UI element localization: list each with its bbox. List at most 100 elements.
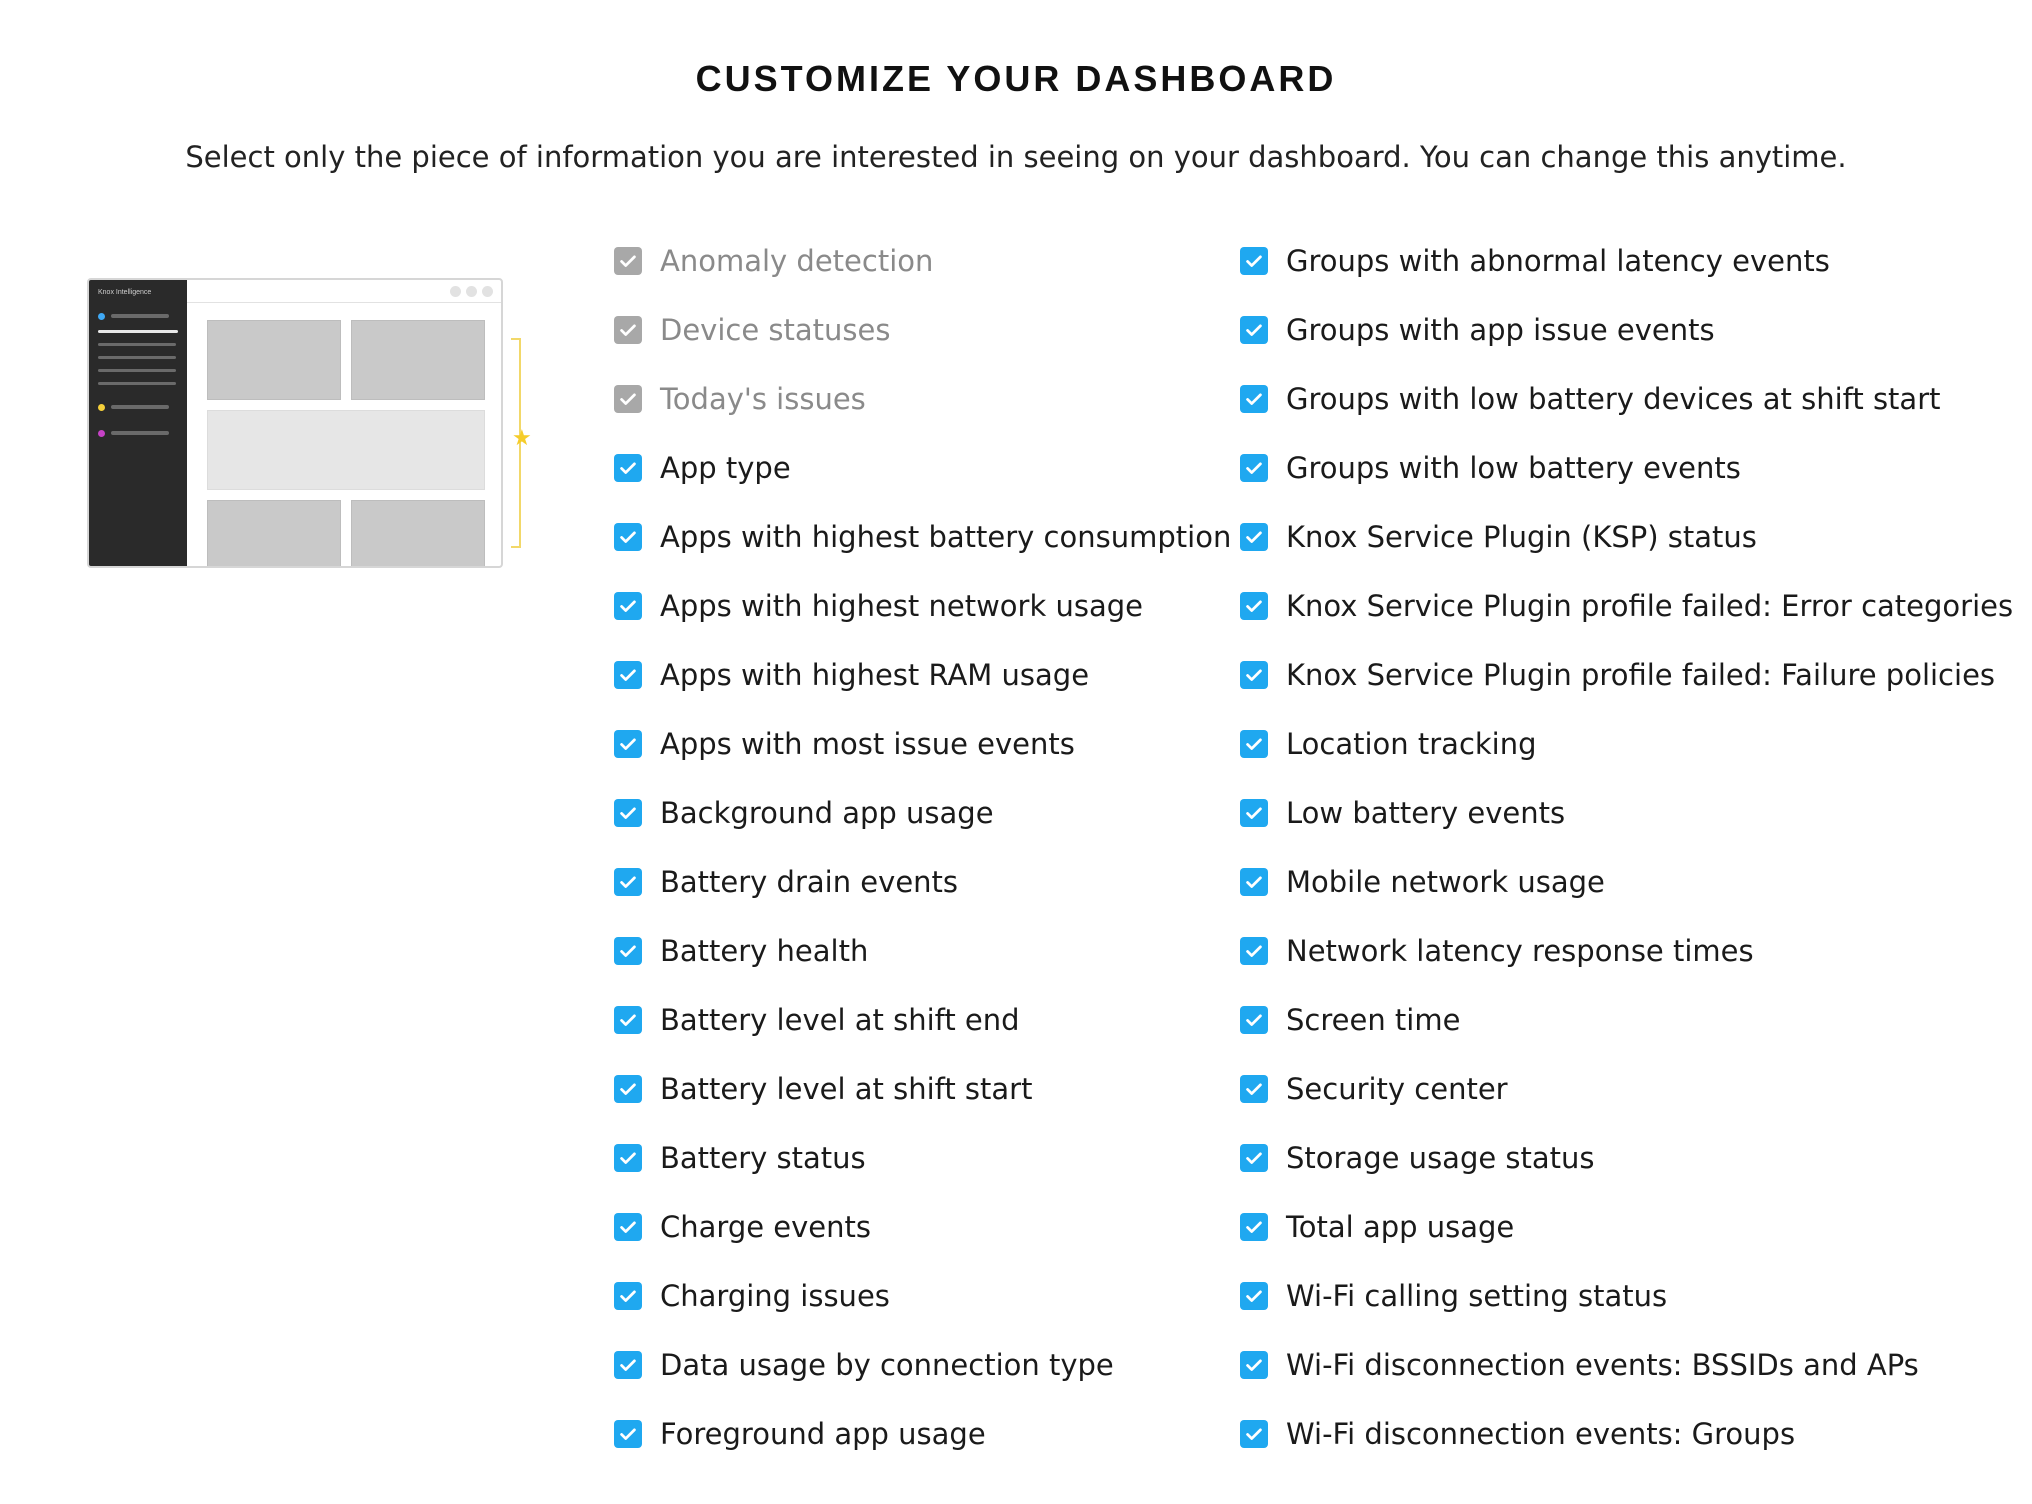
checkbox-label: Groups with low battery events <box>1286 450 1741 485</box>
checkbox-checked-icon[interactable] <box>1240 1212 1268 1241</box>
checkbox-checked-icon[interactable] <box>614 867 642 896</box>
checkbox-checked-icon[interactable] <box>1240 246 1268 275</box>
checkbox-checked-icon[interactable] <box>614 660 642 689</box>
checkbox-label: Screen time <box>1286 1002 1461 1037</box>
checkbox-label: Foreground app usage <box>660 1416 986 1451</box>
checkbox-item-knox-service-plugin-profile-failed-failure-policies[interactable]: Knox Service Plugin profile failed: Fail… <box>1240 640 2013 709</box>
checkbox-checked-icon[interactable] <box>1240 798 1268 827</box>
checkbox-item-groups-with-app-issue-events[interactable]: Groups with app issue events <box>1240 295 2013 364</box>
illustration-tile <box>207 320 341 400</box>
checkbox-label: Mobile network usage <box>1286 864 1605 899</box>
checkbox-item-battery-drain-events[interactable]: Battery drain events <box>614 847 1231 916</box>
checkbox-item-anomaly-detection: Anomaly detection <box>614 226 1231 295</box>
checkbox-item-mobile-network-usage[interactable]: Mobile network usage <box>1240 847 2013 916</box>
checkbox-checked-icon[interactable] <box>1240 1419 1268 1448</box>
checkbox-item-groups-with-low-battery-events[interactable]: Groups with low battery events <box>1240 433 2013 502</box>
checkbox-item-location-tracking[interactable]: Location tracking <box>1240 709 2013 778</box>
checkbox-item-wi-fi-disconnection-events-bssids-and-aps[interactable]: Wi-Fi disconnection events: BSSIDs and A… <box>1240 1330 2013 1399</box>
illustration-tile-wide <box>207 410 485 490</box>
checkbox-checked-icon[interactable] <box>614 1143 642 1172</box>
checkbox-checked-icon[interactable] <box>614 522 642 551</box>
checkbox-checked-icon[interactable] <box>1240 522 1268 551</box>
checkbox-item-apps-with-most-issue-events[interactable]: Apps with most issue events <box>614 709 1231 778</box>
checkbox-checked-icon[interactable] <box>1240 1143 1268 1172</box>
page-subtitle: Select only the piece of information you… <box>185 140 1847 174</box>
illustration-sidebar: Knox Intelligence <box>89 280 187 566</box>
checkbox-label: Today's issues <box>660 381 866 416</box>
checkbox-checked-icon[interactable] <box>614 1350 642 1379</box>
checkbox-item-low-battery-events[interactable]: Low battery events <box>1240 778 2013 847</box>
checkbox-checked-icon[interactable] <box>614 1074 642 1103</box>
checkbox-item-apps-with-highest-ram-usage[interactable]: Apps with highest RAM usage <box>614 640 1231 709</box>
checkbox-checked-icon[interactable] <box>614 729 642 758</box>
checkbox-checked-icon[interactable] <box>614 1005 642 1034</box>
checkbox-label: Device statuses <box>660 312 891 347</box>
checkbox-item-security-center[interactable]: Security center <box>1240 1054 2013 1123</box>
checkbox-checked-icon[interactable] <box>1240 315 1268 344</box>
illustration-topbar <box>187 280 501 303</box>
checkbox-item-knox-service-plugin-ksp-status[interactable]: Knox Service Plugin (KSP) status <box>1240 502 2013 571</box>
checkbox-item-charging-issues[interactable]: Charging issues <box>614 1261 1231 1330</box>
checkbox-checked-icon[interactable] <box>614 591 642 620</box>
checkbox-item-network-latency-response-times[interactable]: Network latency response times <box>1240 916 2013 985</box>
checkbox-label: Apps with highest network usage <box>660 588 1143 623</box>
checkbox-checked-icon[interactable] <box>1240 729 1268 758</box>
checkbox-item-apps-with-highest-network-usage[interactable]: Apps with highest network usage <box>614 571 1231 640</box>
checkbox-item-screen-time[interactable]: Screen time <box>1240 985 2013 1054</box>
checkbox-item-battery-level-at-shift-end[interactable]: Battery level at shift end <box>614 985 1231 1054</box>
checkbox-checked-icon[interactable] <box>614 1419 642 1448</box>
checkbox-label: Apps with highest battery consumption <box>660 519 1232 554</box>
checkbox-item-groups-with-abnormal-latency-events[interactable]: Groups with abnormal latency events <box>1240 226 2013 295</box>
checkbox-checked-icon[interactable] <box>1240 1281 1268 1310</box>
checkbox-checked-icon[interactable] <box>1240 660 1268 689</box>
customize-dashboard-page: CUSTOMIZE YOUR DASHBOARD Select only the… <box>0 0 2032 1504</box>
illustration-line <box>98 369 176 372</box>
checkbox-checked-icon[interactable] <box>614 1281 642 1310</box>
checkbox-item-groups-with-low-battery-devices-at-shift-start[interactable]: Groups with low battery devices at shift… <box>1240 364 2013 433</box>
checkbox-checked-icon[interactable] <box>614 453 642 482</box>
checkbox-checked-icon[interactable] <box>614 798 642 827</box>
checkbox-checked-icon[interactable] <box>1240 453 1268 482</box>
checkbox-checked-icon[interactable] <box>1240 1074 1268 1103</box>
window-control-icon <box>482 286 493 297</box>
checkbox-item-data-usage-by-connection-type[interactable]: Data usage by connection type <box>614 1330 1231 1399</box>
checkbox-item-battery-level-at-shift-start[interactable]: Battery level at shift start <box>614 1054 1231 1123</box>
checkbox-checked-icon[interactable] <box>614 1212 642 1241</box>
illustration-tile <box>207 500 341 566</box>
checkbox-label: Battery level at shift end <box>660 1002 1020 1037</box>
illustration-line <box>98 330 178 333</box>
illustration-line <box>111 431 169 435</box>
checkbox-label: Charge events <box>660 1209 871 1244</box>
checkbox-item-app-type[interactable]: App type <box>614 433 1231 502</box>
window-control-icon <box>466 286 477 297</box>
checkbox-item-battery-health[interactable]: Battery health <box>614 916 1231 985</box>
right-checklist: Groups with abnormal latency events Group… <box>1240 226 2013 1468</box>
checkbox-checked-icon[interactable] <box>1240 867 1268 896</box>
illustration-line <box>98 356 176 359</box>
checkbox-label: Battery level at shift start <box>660 1071 1033 1106</box>
checkbox-item-battery-status[interactable]: Battery status <box>614 1123 1231 1192</box>
illustration-tile <box>351 320 485 400</box>
checkbox-checked-icon[interactable] <box>1240 1350 1268 1379</box>
checkbox-item-wi-fi-calling-setting-status[interactable]: Wi-Fi calling setting status <box>1240 1261 2013 1330</box>
checkbox-item-total-app-usage[interactable]: Total app usage <box>1240 1192 2013 1261</box>
checkbox-checked-icon[interactable] <box>1240 591 1268 620</box>
window-control-icon <box>450 286 461 297</box>
checkbox-label: Apps with most issue events <box>660 726 1075 761</box>
checkbox-label: Total app usage <box>1286 1209 1515 1244</box>
checkbox-item-background-app-usage[interactable]: Background app usage <box>614 778 1231 847</box>
illustration-dot-magenta <box>98 430 105 437</box>
checkbox-checked-icon <box>614 315 642 344</box>
checkbox-checked-icon[interactable] <box>614 936 642 965</box>
checkbox-item-apps-with-highest-battery-consumption[interactable]: Apps with highest battery consumption <box>614 502 1231 571</box>
checkbox-checked-icon[interactable] <box>1240 384 1268 413</box>
checkbox-item-charge-events[interactable]: Charge events <box>614 1192 1231 1261</box>
checkbox-checked-icon[interactable] <box>1240 1005 1268 1034</box>
checkbox-item-foreground-app-usage[interactable]: Foreground app usage <box>614 1399 1231 1468</box>
checkbox-item-storage-usage-status[interactable]: Storage usage status <box>1240 1123 2013 1192</box>
checkbox-checked-icon[interactable] <box>1240 936 1268 965</box>
checkbox-item-knox-service-plugin-profile-failed-error-categories[interactable]: Knox Service Plugin profile failed: Erro… <box>1240 571 2013 640</box>
checkbox-label: Network latency response times <box>1286 933 1754 968</box>
illustration-dot-yellow <box>98 404 105 411</box>
checkbox-item-wi-fi-disconnection-events-groups[interactable]: Wi-Fi disconnection events: Groups <box>1240 1399 2013 1468</box>
